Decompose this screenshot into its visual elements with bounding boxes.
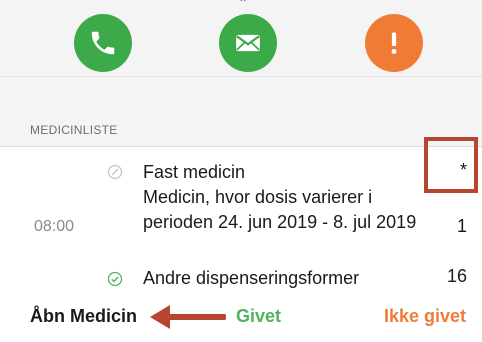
list-item[interactable]: Fast medicin bbox=[143, 160, 245, 185]
given-button[interactable]: Givet bbox=[236, 306, 281, 327]
slash-circle-icon bbox=[107, 164, 123, 180]
exclamation-icon bbox=[391, 32, 397, 54]
annotation-arrow-icon bbox=[150, 305, 226, 329]
annotation-highlight-box bbox=[424, 137, 478, 193]
email-button[interactable] bbox=[219, 14, 277, 72]
chevron-up-icon: ⌃ bbox=[238, 0, 249, 10]
phone-icon bbox=[91, 31, 115, 55]
list-item[interactable]: Medicin, hvor dosis varierer i perioden … bbox=[143, 185, 435, 235]
check-circle-icon bbox=[107, 271, 123, 287]
item-count: 1 bbox=[456, 216, 467, 236]
section-title: MEDICINLISTE bbox=[30, 123, 118, 137]
call-button[interactable] bbox=[74, 14, 132, 72]
list-item[interactable]: Andre dispenseringsformer bbox=[143, 266, 359, 291]
mail-icon bbox=[236, 34, 260, 52]
alert-button[interactable] bbox=[365, 14, 423, 72]
open-medicine-button[interactable]: Åbn Medicin bbox=[30, 306, 137, 327]
dose-time: 08:00 bbox=[34, 218, 75, 235]
not-given-button[interactable]: Ikke givet bbox=[384, 306, 466, 327]
item-count: 16 bbox=[446, 266, 467, 286]
